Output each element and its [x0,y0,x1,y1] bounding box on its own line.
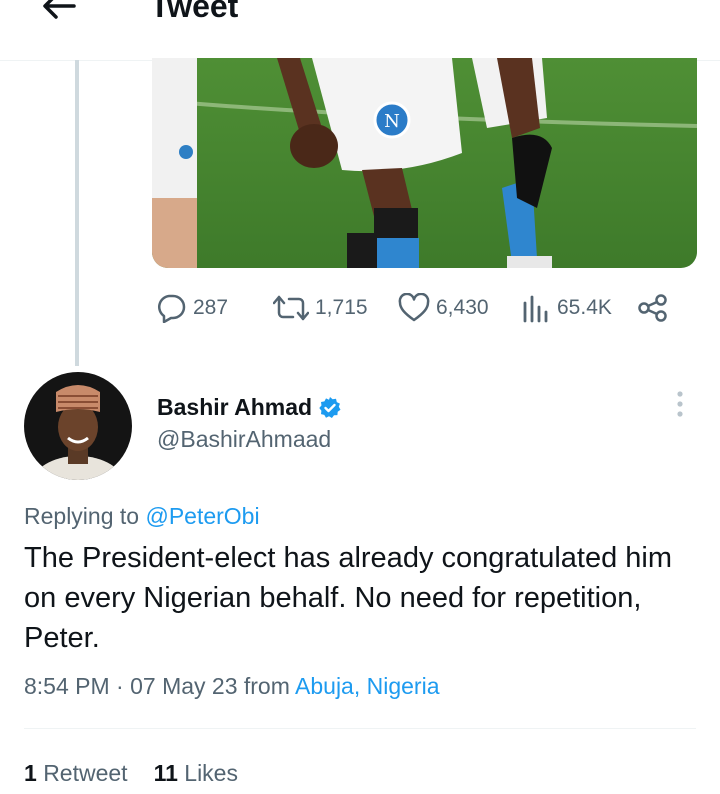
retweet-count: 1,715 [315,296,368,319]
author-name-text: Bashir Ahmad [157,394,313,420]
verified-badge-icon [319,396,341,418]
divider [24,728,696,729]
tweet-body-text: The President-elect has already congratu… [24,542,673,654]
retweets-stat[interactable]: 1 Retweet [24,760,128,787]
share-button[interactable] [637,290,669,326]
likes-label: Likes [184,760,238,786]
reply-icon [157,294,186,323]
reply-button[interactable]: 287 [155,290,228,326]
retweet-button[interactable]: 1,715 [273,290,368,326]
arrow-left-icon [43,0,76,19]
views-button[interactable]: 65.4K [521,290,612,326]
tweet-location-link[interactable]: Abuja, Nigeria [295,673,439,699]
football-players-photo: N [152,58,697,268]
replying-to-line: Replying to @PeterObi [24,503,260,530]
replying-prefix: Replying to [24,503,140,529]
more-options-button[interactable] [668,388,692,420]
share-icon [638,294,667,322]
tweet-timestamp[interactable]: 8:54 PM · 07 May 23 from [24,673,290,699]
thread-connector-line [75,60,79,366]
svg-text:N: N [384,111,400,132]
more-vertical-icon [677,391,683,417]
author-handle[interactable]: @BashirAhmaad [157,426,331,453]
like-button[interactable]: 6,430 [398,290,489,326]
replying-to-handle-link[interactable]: @PeterObi [145,503,259,529]
retweets-label: Retweet [43,760,128,786]
tweet-timestamp-line: 8:54 PM · 07 May 23 from Abuja, Nigeria [24,673,439,700]
author-avatar[interactable] [24,372,132,480]
retweet-icon [273,295,309,321]
views-count: 65.4K [557,296,612,319]
tweet-media-image[interactable]: N [152,58,697,268]
top-bar: Tweet [0,0,720,61]
likes-stat[interactable]: 11 Likes [154,760,238,787]
like-count: 6,430 [436,296,489,319]
author-name[interactable]: Bashir Ahmad [157,394,342,421]
views-chart-icon [523,295,548,323]
reply-count: 287 [193,296,229,319]
avatar-photo [24,372,132,480]
page-title: Tweet [150,0,239,24]
tweet-action-bar: 287 1,715 6,430 65.4K [155,290,675,326]
engagement-stats: 1 Retweet 11 Likes [24,760,238,787]
retweets-count: 1 [24,760,37,786]
back-button[interactable] [38,0,78,26]
likes-count: 11 [153,760,178,786]
heart-icon [398,293,430,322]
tweet-detail-page: Tweet N 287 1,715 6,430 65.4K Bashir Ahm… [0,0,720,794]
